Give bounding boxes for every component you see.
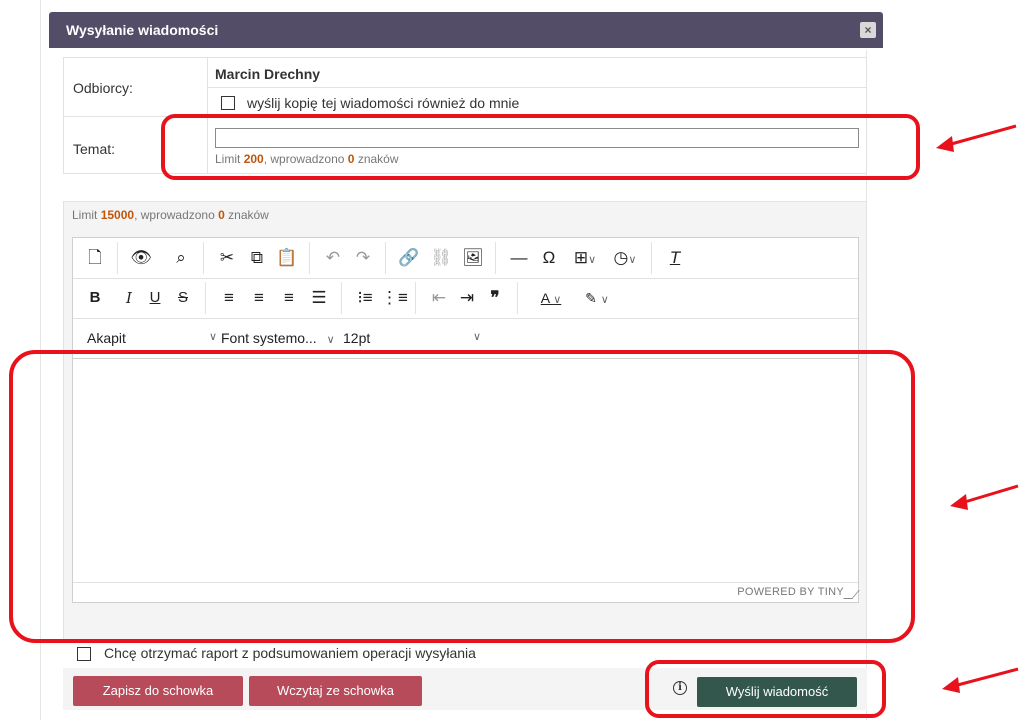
block-format-dropdown[interactable]: Akapit ∨ <box>87 330 217 346</box>
report-checkbox-label[interactable]: Chcę otrzymać raport z podsumowaniem ope… <box>104 645 476 661</box>
justify-icon[interactable]: ☰ <box>307 286 331 310</box>
unlink-icon[interactable]: ⛓ <box>429 246 453 270</box>
send-highlight-box <box>645 660 886 718</box>
body-char-counter: Limit 15000, wprowadzono 0 znaków <box>72 208 269 222</box>
clear-formatting-icon[interactable]: T <box>663 246 687 270</box>
align-left-icon[interactable]: ≡ <box>217 286 241 310</box>
toolbar-separator <box>203 242 204 274</box>
numbered-list-icon[interactable]: ⋮≡ <box>381 286 408 310</box>
editor-toolbar-row-1: 🗋 👁 ⌕ ✂ ⧉ 📋 ↶ ↷ 🔗 ⛓ 🖼 — Ω ⊞∨ ◷∨ T <box>73 238 858 279</box>
toolbar-separator <box>205 282 206 314</box>
editor-highlight-box <box>9 350 915 643</box>
toolbar-separator <box>415 282 416 314</box>
body-limit-middle: , wprowadzono <box>134 208 215 222</box>
recipients-label: Odbiorcy: <box>73 80 133 96</box>
search-icon[interactable]: ⌕ <box>169 246 193 270</box>
load-from-clipboard-button[interactable]: Wczytaj ze schowka <box>249 676 422 706</box>
body-limit-prefix: Limit <box>72 208 98 222</box>
recipients-label-cell: Odbiorcy: <box>63 57 208 117</box>
chevron-down-icon: ∨ <box>209 331 218 343</box>
strikethrough-icon[interactable]: S <box>171 286 195 310</box>
cut-icon[interactable]: ✂ <box>215 246 239 270</box>
editor-arrow-icon <box>950 484 1019 510</box>
outdent-icon[interactable]: ⇤ <box>427 286 451 310</box>
text-color-icon[interactable]: A ∨ <box>529 286 573 310</box>
dialog-titlebar: Wysyłanie wiadomości × <box>49 12 883 48</box>
italic-icon[interactable]: I <box>117 286 141 310</box>
editor-toolbar-row-2: B I U S ≡ ≡ ≡ ☰ ⁝≡ ⋮≡ ⇤ ⇥ ❞ A ∨ ✎ ∨ <box>73 278 858 319</box>
redo-icon[interactable]: ↷ <box>351 246 375 270</box>
bold-icon[interactable]: B <box>83 286 107 310</box>
send-arrow-icon <box>942 667 1019 693</box>
copy-to-me-label[interactable]: wyślij kopię tej wiadomości również do m… <box>247 95 519 111</box>
align-center-icon[interactable]: ≡ <box>247 286 271 310</box>
toolbar-separator <box>495 242 496 274</box>
toolbar-separator <box>385 242 386 274</box>
date-time-icon[interactable]: ◷∨ <box>607 246 643 270</box>
save-to-clipboard-button[interactable]: Zapisz do schowka <box>73 676 243 706</box>
font-family-value: Font systemo... <box>221 330 317 346</box>
font-size-dropdown[interactable]: 12pt ∨ <box>343 330 481 346</box>
toolbar-separator <box>309 242 310 274</box>
font-size-value: 12pt <box>343 330 371 346</box>
copy-to-me-checkbox[interactable] <box>221 96 235 110</box>
subject-arrow-icon <box>936 124 1017 152</box>
preview-icon[interactable]: 👁 <box>129 246 153 270</box>
highlight-color-icon[interactable]: ✎ ∨ <box>575 286 619 310</box>
body-count-value: 0 <box>218 208 225 222</box>
report-checkbox[interactable] <box>77 647 91 661</box>
recipient-name: Marcin Drechny <box>215 66 321 82</box>
horizontal-line-icon[interactable]: — <box>507 246 531 270</box>
chevron-down-icon: ∨ <box>326 334 335 346</box>
link-icon[interactable]: 🔗 <box>397 246 421 270</box>
body-limit-suffix: znaków <box>228 208 269 222</box>
table-icon[interactable]: ⊞∨ <box>567 246 603 270</box>
dialog-title: Wysyłanie wiadomości <box>66 22 219 38</box>
toolbar-separator <box>341 282 342 314</box>
copy-icon[interactable]: ⧉ <box>245 246 269 270</box>
new-document-icon[interactable]: 🗋 <box>83 246 107 270</box>
toolbar-separator <box>517 282 518 314</box>
chevron-down-icon: ∨ <box>473 331 482 343</box>
paste-icon[interactable]: 📋 <box>275 246 299 270</box>
font-family-dropdown[interactable]: Font systemo... ∨ <box>221 330 351 346</box>
indent-icon[interactable]: ⇥ <box>455 286 479 310</box>
blockquote-icon[interactable]: ❞ <box>483 286 507 310</box>
bullet-list-icon[interactable]: ⁝≡ <box>353 286 377 310</box>
image-icon[interactable]: 🖼 <box>461 246 485 270</box>
undo-icon[interactable]: ↶ <box>321 246 345 270</box>
toolbar-separator <box>117 242 118 274</box>
underline-icon[interactable]: U <box>143 286 167 310</box>
subject-highlight-box <box>161 114 920 180</box>
close-icon[interactable]: × <box>860 22 876 38</box>
toolbar-separator <box>651 242 652 274</box>
special-character-icon[interactable]: Ω <box>537 246 561 270</box>
align-right-icon[interactable]: ≡ <box>277 286 301 310</box>
body-limit-value: 15000 <box>100 208 135 222</box>
block-format-value: Akapit <box>87 330 126 346</box>
subject-label: Temat: <box>73 141 116 157</box>
